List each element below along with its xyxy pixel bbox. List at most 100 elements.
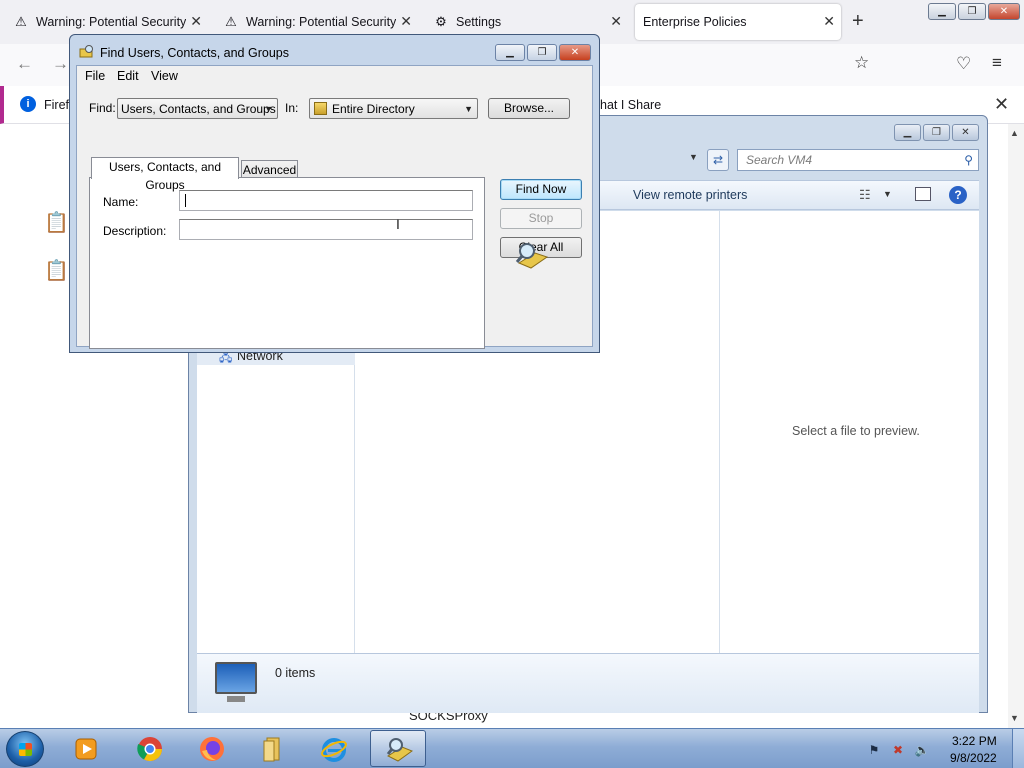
close-tab-icon[interactable]: ✕ xyxy=(190,13,202,30)
refresh-icon[interactable]: ⇄ xyxy=(707,149,729,171)
menu-file[interactable]: File xyxy=(85,69,105,83)
description-input[interactable] xyxy=(179,219,473,240)
find-users-dialog: Find Users, Contacts, and Groups ▁ ❐ ✕ F… xyxy=(69,34,600,353)
dialog-window-controls: ▁ ❐ ✕ xyxy=(495,44,591,61)
restore-icon[interactable]: ❐ xyxy=(923,124,950,141)
close-icon[interactable]: ✕ xyxy=(559,44,591,61)
taskbar-explorer[interactable] xyxy=(244,730,300,767)
find-type-value: Users, Contacts, and Groups xyxy=(121,102,276,116)
warning-icon: ⚠ xyxy=(225,14,237,29)
network-status-icon[interactable]: ✖ xyxy=(890,742,906,758)
directory-icon xyxy=(314,102,327,115)
clock-time[interactable]: 3:22 PM xyxy=(952,734,997,748)
in-label: In: xyxy=(285,101,299,115)
action-center-icon[interactable]: ⚑ xyxy=(866,742,882,758)
address-dropdown-icon[interactable]: ▼ xyxy=(689,152,698,162)
back-icon[interactable]: ← xyxy=(16,54,33,74)
minimize-icon[interactable]: ▁ xyxy=(928,3,956,20)
restore-icon[interactable]: ❐ xyxy=(958,3,986,20)
taskbar-media-player[interactable] xyxy=(58,730,114,767)
explorer-window-controls: ▁ ❐ ✕ xyxy=(894,124,979,141)
tab-label: Settings xyxy=(456,15,502,29)
taskbar-chrome[interactable] xyxy=(122,730,178,767)
scroll-up-icon[interactable]: ▲ xyxy=(1010,128,1019,138)
browse-button[interactable]: Browse... xyxy=(488,98,570,119)
tab-users-contacts-groups[interactable]: Users, Contacts, and Groups xyxy=(91,157,239,192)
gear-icon: ⚙ xyxy=(435,14,447,29)
taskbar: ⚑ ✖ 🔈 3:22 PM 9/8/2022 xyxy=(0,728,1024,768)
name-input[interactable] xyxy=(179,190,473,211)
minimize-icon[interactable]: ▁ xyxy=(894,124,921,141)
close-icon[interactable]: ✕ xyxy=(952,124,979,141)
search-placeholder: Search VM4 xyxy=(746,153,813,167)
new-tab-icon[interactable]: + xyxy=(852,10,864,33)
pocket-icon[interactable]: ♡ xyxy=(956,54,971,74)
tab-label: Warning: Potential Security R xyxy=(36,15,186,29)
page-scrollbar[interactable] xyxy=(1008,124,1024,728)
tab-label: Warning: Potential Security R xyxy=(246,15,396,29)
close-icon[interactable]: ✕ xyxy=(988,3,1020,20)
menu-edit[interactable]: Edit xyxy=(117,69,139,83)
find-now-button[interactable]: Find Now xyxy=(500,179,582,200)
search-animation-icon xyxy=(515,243,549,269)
preview-placeholder-text: Select a file to preview. xyxy=(792,424,920,438)
close-icon[interactable]: ✕ xyxy=(994,94,1009,115)
menu-view[interactable]: View xyxy=(151,69,178,83)
maximize-icon[interactable]: ❐ xyxy=(527,44,557,61)
taskbar-firefox[interactable] xyxy=(184,730,240,767)
app-menu-icon[interactable]: ≡ xyxy=(992,53,1002,73)
computer-icon xyxy=(215,662,257,702)
firefox-icon xyxy=(200,737,224,761)
start-button[interactable] xyxy=(6,731,44,767)
chrome-icon xyxy=(137,737,162,762)
close-tab-icon[interactable]: ✕ xyxy=(400,13,412,30)
system-tray: ⚑ ✖ 🔈 xyxy=(866,742,930,758)
details-pane: 0 items xyxy=(197,653,979,713)
taskbar-internet-explorer[interactable] xyxy=(306,730,362,767)
text-caret xyxy=(185,194,186,207)
help-icon[interactable]: ? xyxy=(949,186,967,204)
dialog-title: Find Users, Contacts, and Groups xyxy=(100,46,289,60)
name-label: Name: xyxy=(103,195,139,209)
scroll-down-icon[interactable]: ▼ xyxy=(1010,713,1019,723)
stop-button[interactable]: Stop xyxy=(500,208,582,229)
find-users-icon xyxy=(79,45,93,58)
text-cursor-icon: I xyxy=(396,216,400,232)
info-icon: i xyxy=(20,96,36,112)
show-desktop-button[interactable] xyxy=(1012,729,1024,768)
items-count: 0 items xyxy=(275,666,316,680)
info-bar-share-link[interactable]: hat I Share xyxy=(600,98,661,112)
volume-icon[interactable]: 🔈 xyxy=(914,742,930,758)
firefox-window-controls: ▁ ❐ ✕ xyxy=(928,3,1020,20)
clock-date[interactable]: 9/8/2022 xyxy=(950,751,997,765)
dialog-client-area: File Edit View Find: Users, Contacts, an… xyxy=(76,65,593,349)
warning-icon: ⚠ xyxy=(15,14,27,29)
find-label: Find: xyxy=(89,101,116,115)
find-type-select[interactable]: Users, Contacts, and Groups ▼ xyxy=(117,98,278,119)
taskbar-find-users[interactable] xyxy=(370,730,426,767)
explorer-search-input[interactable]: Search VM4 ⚲ xyxy=(737,149,979,171)
search-criteria-panel: Name: Description: I xyxy=(89,177,485,349)
chevron-down-icon: ▼ xyxy=(264,104,273,114)
find-users-icon xyxy=(386,738,413,762)
close-tab-icon[interactable]: ✕ xyxy=(823,13,835,30)
minimize-icon[interactable]: ▁ xyxy=(495,44,525,61)
view-remote-printers-button[interactable]: View remote printers xyxy=(633,188,747,202)
bookmark-star-icon[interactable]: ☆ xyxy=(854,53,869,73)
firefox-tab-enterprise-policies[interactable]: Enterprise Policies ✕ xyxy=(635,4,841,40)
chevron-down-icon[interactable]: ▼ xyxy=(883,189,892,199)
change-view-icon[interactable]: ☷ xyxy=(859,187,871,203)
menu-bar: File Edit View xyxy=(77,66,592,86)
folder-icon xyxy=(263,737,280,762)
search-scope-value: Entire Directory xyxy=(332,102,415,116)
description-label: Description: xyxy=(103,224,167,238)
clipboard-question-icon: 📋 xyxy=(44,260,69,282)
preview-pane-icon[interactable] xyxy=(915,187,931,201)
tab-label: Enterprise Policies xyxy=(643,15,747,29)
preview-pane: Select a file to preview. xyxy=(719,211,979,653)
search-scope-select[interactable]: Entire Directory ▼ xyxy=(309,98,478,119)
internet-explorer-icon xyxy=(321,738,347,762)
search-icon[interactable]: ⚲ xyxy=(964,153,973,167)
forward-icon[interactable]: → xyxy=(52,54,69,74)
close-tab-icon[interactable]: ✕ xyxy=(610,13,622,30)
